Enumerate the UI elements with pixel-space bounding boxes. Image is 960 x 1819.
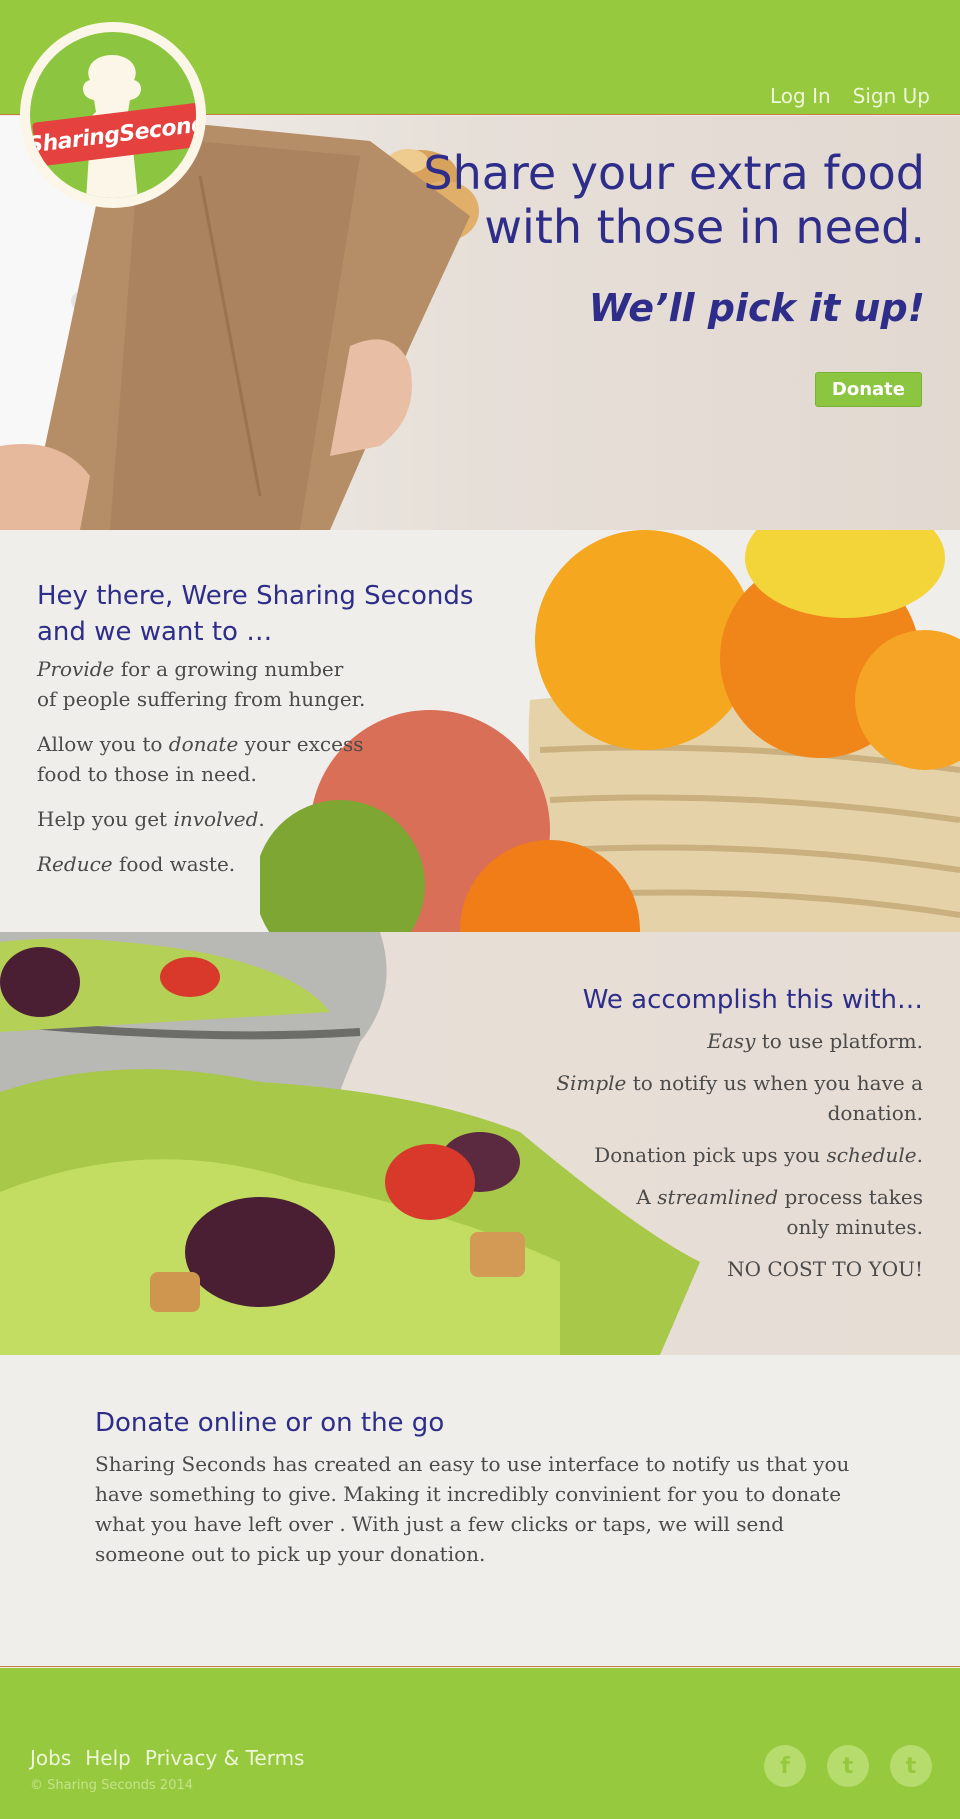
- donate-button[interactable]: Donate: [814, 372, 922, 407]
- features-section: We accomplish this with… Easy to use pla…: [0, 932, 960, 1355]
- feature-item: Easy to use platform.: [707, 1029, 923, 1053]
- features-heading: We accomplish this with…: [582, 985, 923, 1015]
- feature-item: A streamlined process takes only minutes…: [636, 1185, 923, 1239]
- donate-online-section: Donate online or on the go Sharing Secon…: [0, 1355, 960, 1667]
- feature-item: NO COST TO YOU!: [727, 1257, 923, 1281]
- footer-link-help[interactable]: Help: [85, 1746, 131, 1770]
- top-nav: Log In Sign Up: [770, 84, 930, 108]
- mission-section: Hey there, Were Sharing Seconds and we w…: [0, 530, 960, 932]
- mission-item: Allow you to donate your excess food to …: [37, 732, 364, 786]
- mission-text: Hey there, Were Sharing Seconds and we w…: [37, 578, 497, 879]
- hero-subtitle: We’ll pick it up!: [588, 286, 925, 330]
- twitter-icon[interactable]: t: [827, 1745, 869, 1787]
- footer-link-jobs[interactable]: Jobs: [30, 1746, 71, 1770]
- donate-online-heading: Donate online or on the go: [95, 1408, 445, 1438]
- site-footer: Jobs Help Privacy & Terms © Sharing Seco…: [0, 1668, 960, 1819]
- mission-item: Provide for a growing number of people s…: [37, 657, 366, 711]
- facebook-icon[interactable]: f: [764, 1745, 806, 1787]
- copyright: © Sharing Seconds 2014: [30, 1778, 194, 1793]
- signup-link[interactable]: Sign Up: [853, 84, 930, 108]
- footer-links: Jobs Help Privacy & Terms: [30, 1746, 304, 1770]
- tumblr-icon[interactable]: t: [890, 1745, 932, 1787]
- feature-item: Simple to notify us when you have a dona…: [556, 1071, 923, 1125]
- sharing-seconds-logo[interactable]: SharingSeconds: [20, 22, 206, 208]
- donate-online-body: Sharing Seconds has created an easy to u…: [95, 1452, 850, 1566]
- feature-item: Donation pick ups you schedule.: [594, 1143, 923, 1167]
- hero-title: Share your extra food with those in need…: [423, 146, 925, 254]
- logo-text: SharingSeconds: [30, 109, 196, 159]
- mission-item: Reduce food waste.: [37, 852, 236, 876]
- mission-item: Help you get involved.: [37, 807, 265, 831]
- login-link[interactable]: Log In: [770, 84, 831, 108]
- social-links: f t t: [764, 1745, 932, 1787]
- mission-heading: Hey there, Were Sharing Seconds and we w…: [37, 581, 474, 647]
- features-text: We accomplish this with… Easy to use pla…: [503, 982, 923, 1284]
- footer-link-privacy[interactable]: Privacy & Terms: [145, 1746, 305, 1770]
